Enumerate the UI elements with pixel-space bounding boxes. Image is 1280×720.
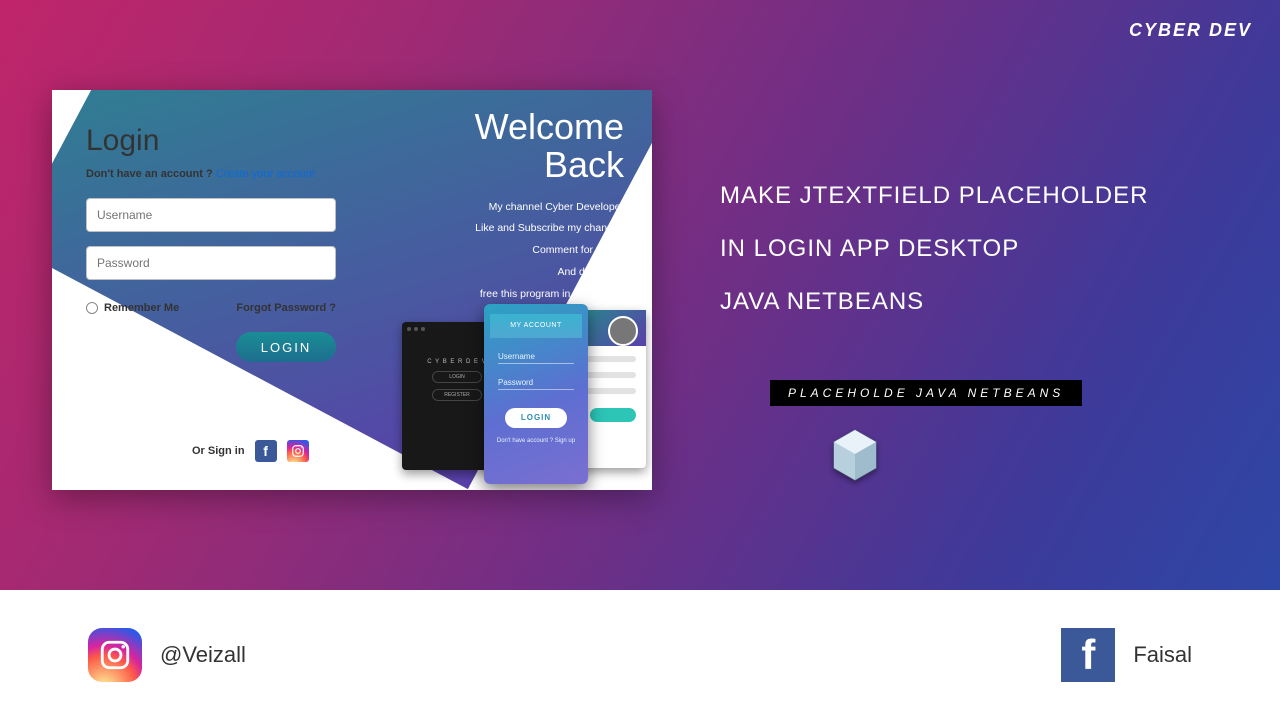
mockup-phone-password: Password <box>498 378 574 387</box>
brand-label: CYBER DEV <box>1129 20 1252 41</box>
mockup-dark-register: REGISTER <box>432 389 482 401</box>
login-heading: Login <box>86 124 356 158</box>
welcome-line: My channel Cyber Developer <box>414 200 624 216</box>
subtitle-badge: PLACEHOLDE JAVA NETBEANS <box>770 380 1082 406</box>
facebook-icon[interactable]: f <box>1061 628 1115 682</box>
instagram-handle: @Veizall <box>160 642 246 668</box>
netbeans-icon <box>830 428 880 484</box>
footer: @Veizall f Faisal <box>0 590 1280 720</box>
facebook-name: Faisal <box>1133 642 1192 668</box>
welcome-line: Comment for video, <box>414 243 624 259</box>
welcome-line: free this program in description <box>414 287 624 303</box>
mockup-phone-header: MY ACCOUNT <box>490 314 582 338</box>
password-input[interactable] <box>86 246 336 280</box>
login-card: Login Don't have an account ? Create you… <box>52 90 652 490</box>
title-line-2: IN LOGIN APP DESKTOP <box>720 223 1148 276</box>
radio-circle-icon <box>86 302 98 314</box>
title-line-1: MAKE JTEXTFIELD PLACEHOLDER <box>720 170 1148 223</box>
welcome-panel: Welcome Back My channel Cyber Developer … <box>414 108 624 330</box>
login-button[interactable]: LOGIN <box>236 332 336 362</box>
instagram-icon[interactable] <box>88 628 142 682</box>
mockup-phone-login: LOGIN <box>505 408 567 428</box>
username-input[interactable] <box>86 198 336 232</box>
welcome-line: Like and Subscribe my channel. <box>414 221 624 237</box>
mockup-phone-signup: Don't have account ? Sign up <box>484 438 588 444</box>
welcome-line: And download <box>414 265 624 281</box>
or-signin-row: Or Sign in f <box>192 440 309 462</box>
no-account-label: Don't have an account ? <box>86 168 216 180</box>
title-line-3: JAVA NETBEANS <box>720 276 1148 329</box>
remember-me-radio[interactable]: Remember Me <box>86 302 179 314</box>
remember-me-label: Remember Me <box>104 302 179 314</box>
instagram-icon[interactable] <box>287 440 309 462</box>
video-title: MAKE JTEXTFIELD PLACEHOLDER IN LOGIN APP… <box>720 170 1148 328</box>
mockup-group: C Y B E R D E V LOGIN REGISTER MY ACCOUN… <box>402 310 652 490</box>
login-panel: Login Don't have an account ? Create you… <box>86 124 356 362</box>
create-account-link[interactable]: Create your account <box>216 168 315 180</box>
mockup-dark-login: LOGIN <box>432 371 482 383</box>
welcome-heading: Welcome Back <box>414 108 624 184</box>
no-account-text: Don't have an account ? Create your acco… <box>86 168 356 180</box>
or-signin-label: Or Sign in <box>192 445 245 457</box>
mockup-phone: MY ACCOUNT Username Password LOGIN Don't… <box>484 304 588 484</box>
mockup-phone-username: Username <box>498 352 574 361</box>
forgot-password-link[interactable]: Forgot Password ? <box>236 302 336 314</box>
facebook-icon[interactable]: f <box>255 440 277 462</box>
